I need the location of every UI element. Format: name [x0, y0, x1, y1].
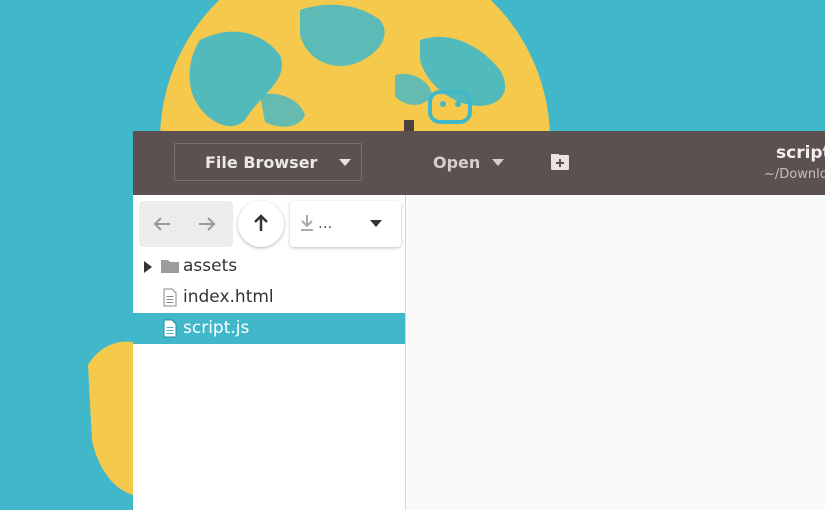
- editor-window: File Browser Open script.js ~/Downloads: [133, 131, 825, 510]
- list-item[interactable]: assets: [133, 251, 405, 282]
- open-button[interactable]: Open: [433, 149, 505, 175]
- item-name: assets: [183, 256, 238, 276]
- expand-arrow-icon[interactable]: [144, 261, 152, 273]
- open-label: Open: [433, 152, 481, 172]
- file-browser-sidebar: ... assets index.html script.js: [133, 195, 406, 510]
- arrow-left-icon[interactable]: [152, 215, 172, 233]
- picker-label: File Browser: [205, 153, 318, 172]
- chevron-down-icon: [370, 220, 382, 227]
- arrow-up-icon: [254, 214, 268, 231]
- history-buttons: [139, 201, 233, 247]
- sidebar-mode-picker[interactable]: File Browser: [174, 143, 362, 181]
- new-document-icon[interactable]: [550, 153, 570, 171]
- download-icon: [301, 215, 313, 231]
- up-button[interactable]: [238, 201, 284, 247]
- headerbar: File Browser Open script.js ~/Downloads: [133, 131, 825, 195]
- chevron-down-icon: [492, 158, 505, 166]
- list-item[interactable]: index.html: [133, 282, 405, 313]
- chevron-down-icon: [339, 159, 351, 166]
- arrow-right-icon[interactable]: [197, 215, 217, 233]
- location-dropdown[interactable]: ...: [290, 201, 401, 247]
- item-name: script.js: [183, 318, 250, 338]
- text-file-icon: [163, 288, 177, 307]
- file-tree: assets index.html script.js: [133, 251, 405, 344]
- list-item[interactable]: script.js: [133, 313, 405, 344]
- item-name: index.html: [183, 287, 274, 307]
- window-title: script.js: [776, 143, 825, 163]
- text-file-icon: [163, 319, 177, 338]
- folder-icon: [161, 260, 179, 273]
- location-label: ...: [318, 214, 333, 232]
- editor-area[interactable]: [406, 195, 825, 510]
- window-subtitle: ~/Downloads: [764, 167, 825, 182]
